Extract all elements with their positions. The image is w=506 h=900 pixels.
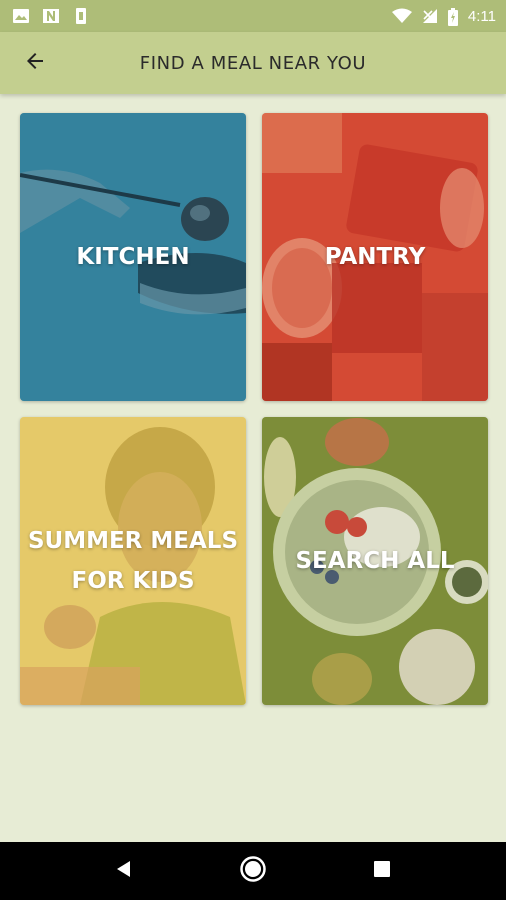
kitchen-tile[interactable]: KITCHEN <box>20 113 246 401</box>
pantry-label: PANTRY <box>324 244 426 270</box>
status-bar: 4:11 <box>0 0 506 32</box>
search-all-label: SEARCH ALL <box>295 548 455 574</box>
home-circle-icon <box>239 855 267 888</box>
nav-home-button[interactable] <box>233 851 273 891</box>
status-right-icons: 4:11 <box>391 7 496 26</box>
sim-icon <box>72 8 90 24</box>
app-bar: FIND A MEAL NEAR YOU <box>0 32 506 94</box>
kitchen-label: KITCHEN <box>76 244 190 270</box>
page-title: FIND A MEAL NEAR YOU <box>139 52 367 74</box>
arrow-back-icon <box>23 49 47 78</box>
nav-back-button[interactable] <box>104 851 144 891</box>
summer-meals-label: SUMMER MEALS FOR KIDS <box>27 528 239 594</box>
system-nav-bar <box>0 842 506 900</box>
back-button[interactable] <box>0 32 70 94</box>
pantry-tile[interactable]: PANTRY <box>262 113 488 401</box>
status-time: 4:11 <box>467 7 496 25</box>
status-left-icons <box>12 8 90 24</box>
image-icon <box>12 8 30 24</box>
recents-square-icon <box>372 859 392 884</box>
n-icon <box>42 8 60 24</box>
nav-recents-button[interactable] <box>362 851 402 891</box>
signal-icon <box>420 8 438 24</box>
back-triangle-icon <box>114 859 134 884</box>
search-all-tile[interactable]: SEARCH ALL <box>262 417 488 705</box>
battery-icon <box>447 8 458 26</box>
wifi-icon <box>391 8 412 24</box>
summer-meals-tile[interactable]: SUMMER MEALS FOR KIDS <box>20 417 246 705</box>
